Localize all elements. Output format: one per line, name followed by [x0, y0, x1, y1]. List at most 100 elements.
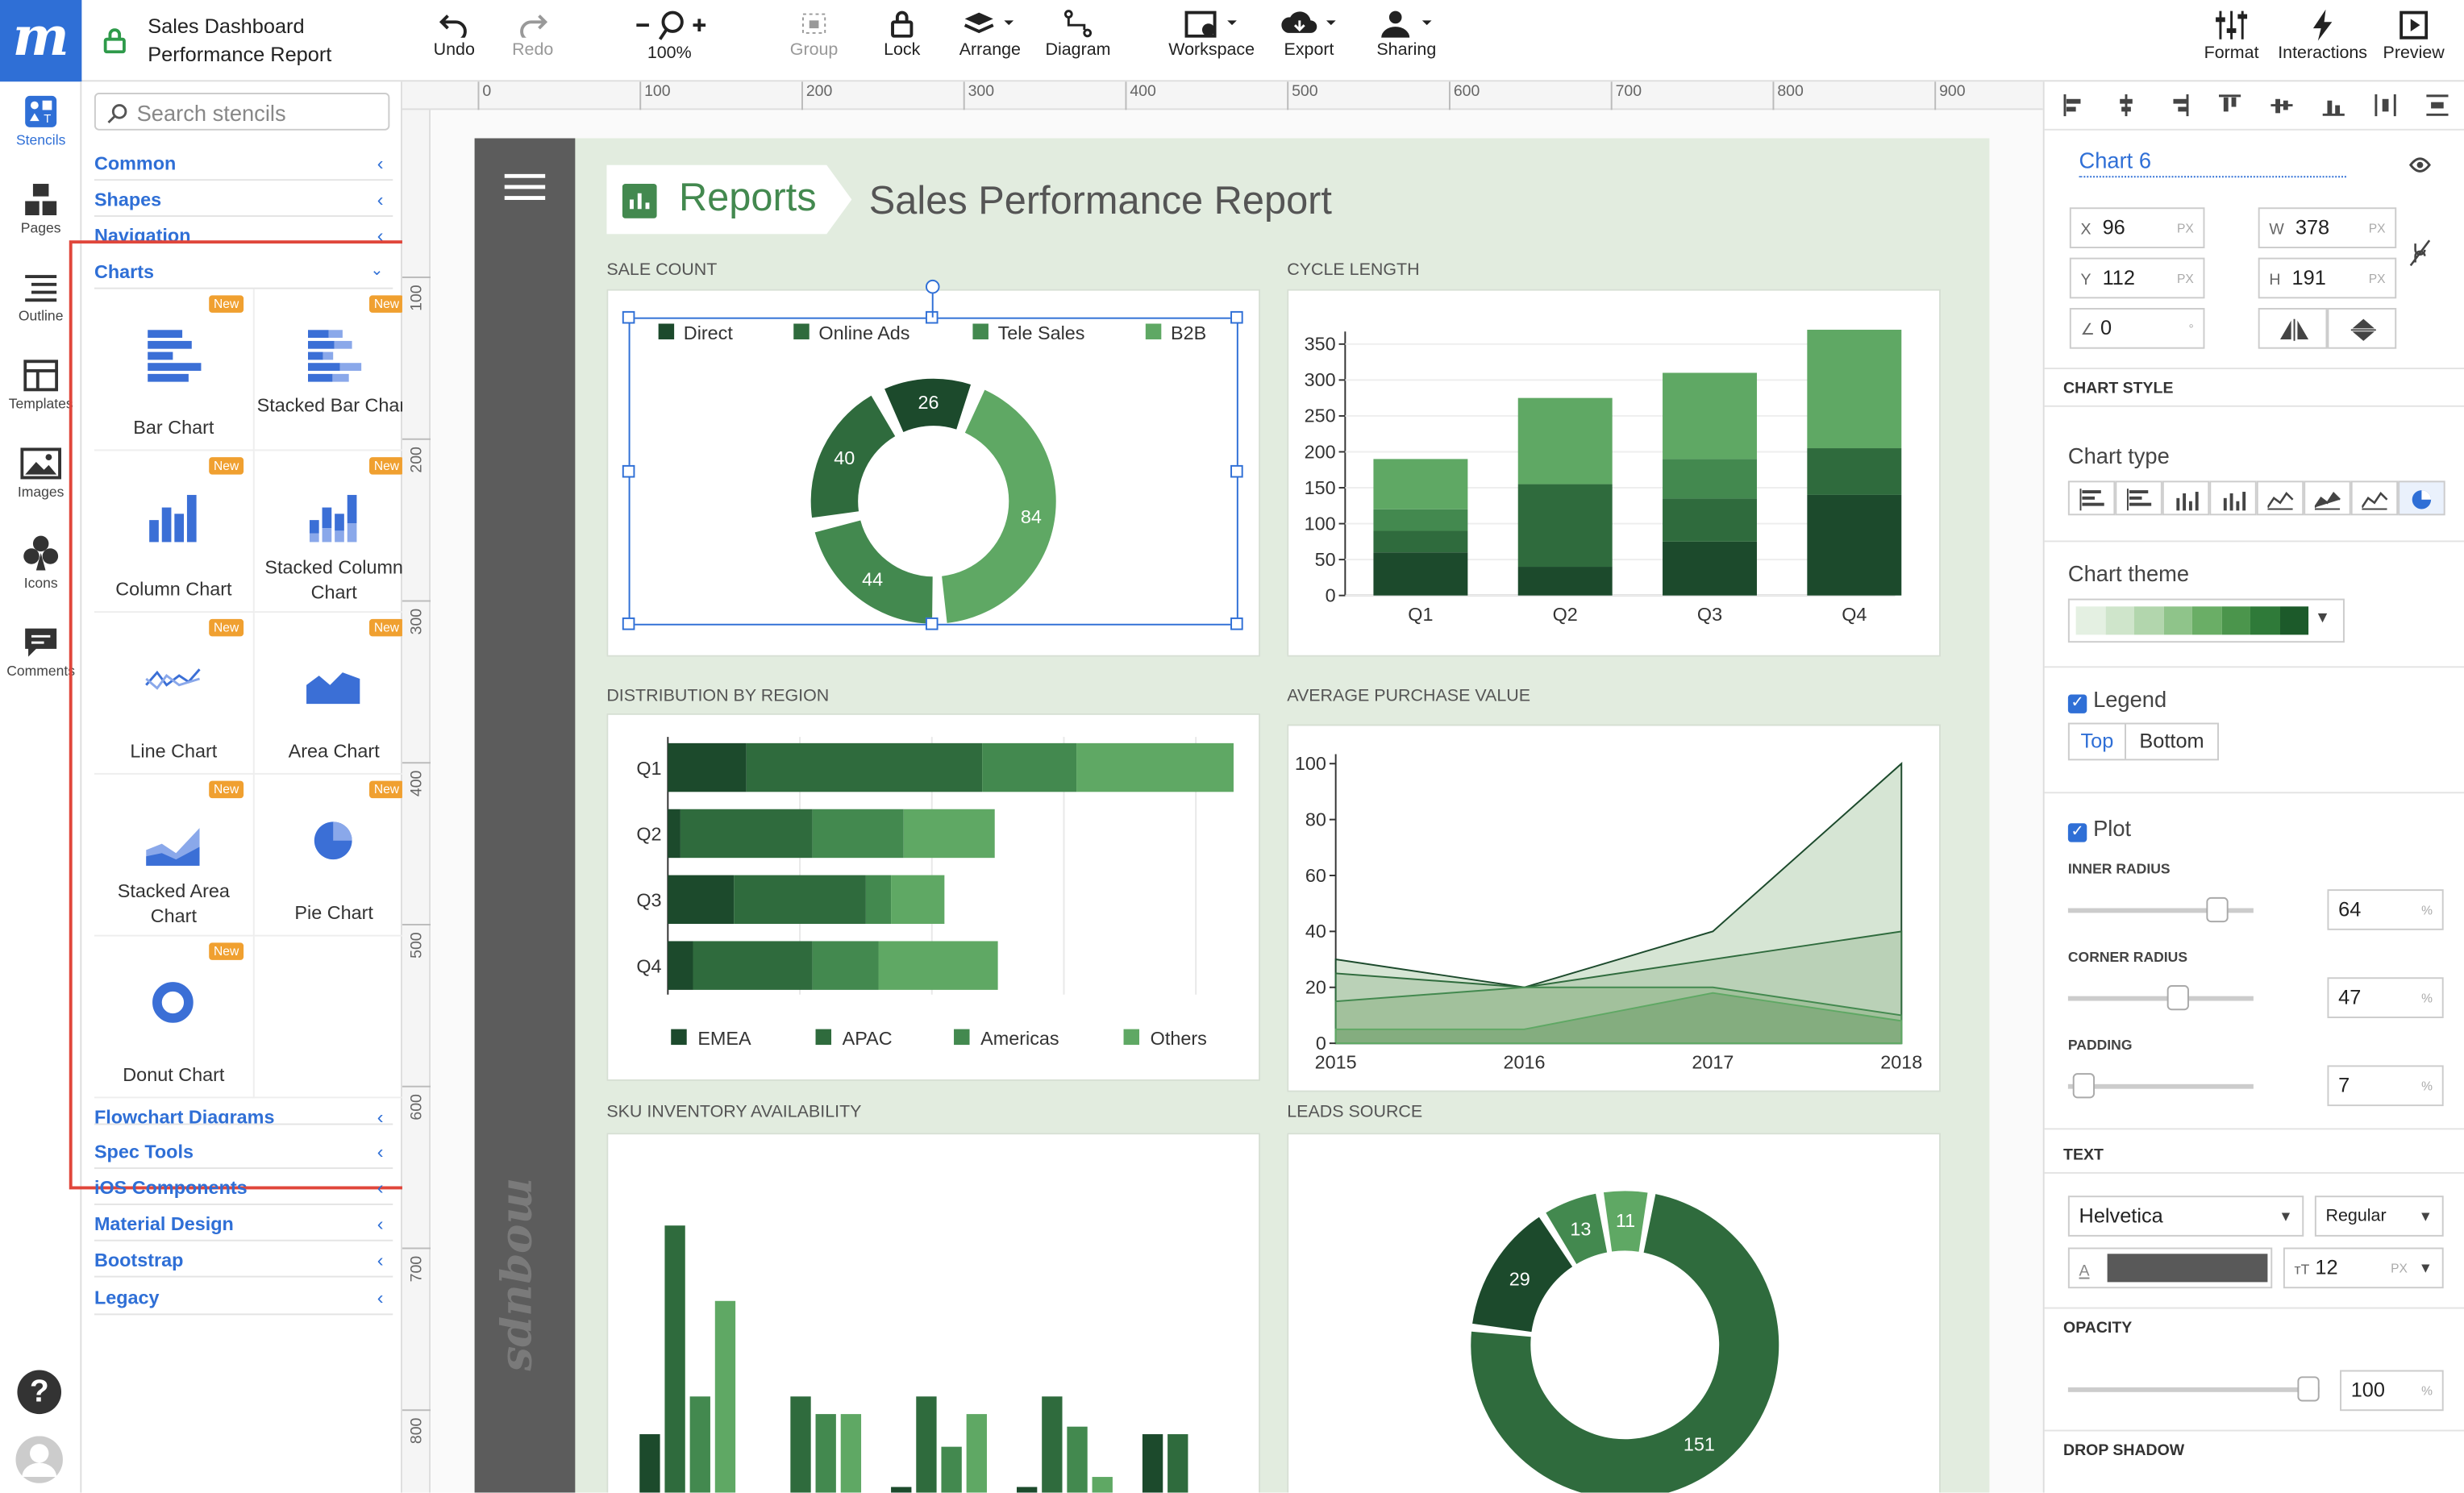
angle-field[interactable]: ∠ 0 °: [2069, 308, 2205, 349]
resize-handle[interactable]: [1230, 310, 1243, 324]
chevron-left-icon: ‹: [377, 1176, 384, 1200]
chart-type-line-area[interactable]: [2256, 480, 2304, 516]
export-button[interactable]: Export: [1279, 10, 1338, 60]
slider-knob[interactable]: [2072, 1073, 2096, 1099]
h-field[interactable]: H 191 PX: [2258, 257, 2397, 299]
moqups-logo[interactable]: m: [0, 0, 82, 82]
undo-button[interactable]: Undo: [431, 10, 477, 60]
search-input[interactable]: Search stencils: [94, 92, 390, 131]
resize-handle[interactable]: [1230, 617, 1243, 630]
eye-icon[interactable]: [2408, 157, 2431, 173]
chart-type-bar[interactable]: [2067, 480, 2116, 516]
chart-type-pie[interactable]: [2398, 480, 2445, 516]
format-button[interactable]: Format: [2200, 10, 2263, 63]
rail-stencils[interactable]: T Stencils: [0, 94, 81, 148]
zoom-control[interactable]: 100%: [626, 10, 714, 63]
category-ios[interactable]: iOS Components ‹: [94, 1171, 393, 1205]
avatar[interactable]: [15, 1436, 63, 1483]
distribution-card[interactable]: Q1 Q2 Q3 Q4 EMEA APAC Americas Others: [606, 713, 1261, 1081]
slider-knob[interactable]: [2166, 985, 2189, 1011]
lock-button[interactable]: Lock: [877, 10, 927, 60]
resize-handle[interactable]: [622, 310, 635, 324]
bar-segment: [1076, 742, 1234, 792]
category-spec-tools[interactable]: Spec Tools ‹: [94, 1134, 393, 1170]
w-field[interactable]: W 378 PX: [2258, 207, 2397, 248]
workspace-button[interactable]: Workspace: [1166, 10, 1257, 60]
category-bootstrap[interactable]: Bootstrap ‹: [94, 1243, 393, 1278]
text-color-picker[interactable]: A: [2067, 1247, 2273, 1289]
font-family-select[interactable]: Helvetica ▼: [2067, 1196, 2304, 1237]
align-left-icon[interactable]: [2063, 94, 2085, 117]
category-common[interactable]: Common ‹: [94, 146, 393, 181]
chart-type-area[interactable]: [2304, 480, 2351, 516]
document-title[interactable]: Sales Dashboard: [148, 15, 304, 38]
avg-purchase-card[interactable]: 0 20 40 60 80 100 2015 2016 2017 2018: [1287, 724, 1942, 1092]
align-center-icon[interactable]: [2115, 94, 2137, 117]
y-field[interactable]: Y 112 PX: [2069, 257, 2205, 299]
legend-toggle[interactable]: ✓ Legend: [2067, 687, 2166, 713]
legend-top-button[interactable]: Top: [2070, 724, 2126, 759]
opacity-slider[interactable]: [2067, 1376, 2320, 1402]
corner-radius-slider[interactable]: [2067, 985, 2254, 1011]
hamburger-menu-icon[interactable]: [504, 173, 546, 201]
canvas[interactable]: moqups Reports Sales Performance Report …: [431, 110, 2043, 1493]
font-size-field[interactable]: ᴛT 12 PX ▼: [2283, 1247, 2444, 1289]
interactions-button[interactable]: Interactions: [2272, 9, 2373, 63]
inner-radius-slider[interactable]: [2067, 896, 2254, 923]
document-subtitle[interactable]: Performance Report: [148, 43, 331, 66]
flip-horizontal-button[interactable]: [2258, 308, 2328, 349]
resize-handle[interactable]: [622, 617, 635, 630]
dashboard-artboard[interactable]: moqups Reports Sales Performance Report …: [474, 138, 1990, 1493]
column-segment: [1517, 484, 1613, 568]
diagram-button[interactable]: Diagram: [1043, 10, 1113, 60]
link-ratio-icon[interactable]: [2409, 239, 2431, 267]
selection-box[interactable]: [628, 317, 1238, 626]
rail-pages[interactable]: Pages: [0, 182, 81, 235]
chart-type-line[interactable]: [2350, 480, 2399, 516]
flip-vertical-button[interactable]: [2327, 308, 2397, 349]
padding-field[interactable]: 7%: [2327, 1065, 2444, 1107]
sku-bar: [790, 1396, 811, 1493]
sharing-button[interactable]: Sharing: [1373, 10, 1439, 60]
align-right-icon[interactable]: [2167, 94, 2189, 117]
sku-bar: [1092, 1477, 1113, 1493]
category-legacy[interactable]: Legacy ‹: [94, 1280, 393, 1316]
chart-type-stacked-column[interactable]: [2209, 480, 2257, 516]
inner-radius-field[interactable]: 64%: [2327, 889, 2444, 930]
category-material[interactable]: Material Design ‹: [94, 1207, 393, 1241]
slider-knob[interactable]: [2297, 1376, 2320, 1402]
distribute-h-icon[interactable]: [2375, 94, 2396, 117]
element-name[interactable]: Chart 6: [2079, 148, 2346, 178]
slider-knob[interactable]: [2206, 896, 2229, 923]
plot-toggle[interactable]: ✓ Plot: [2067, 816, 2131, 842]
resize-handle[interactable]: [1230, 464, 1243, 478]
help-icon[interactable]: ?: [17, 1370, 62, 1415]
align-top-icon[interactable]: [2218, 94, 2241, 116]
chart-type-stacked-bar[interactable]: [2115, 480, 2162, 516]
distribute-v-icon[interactable]: [2426, 94, 2449, 116]
cycle-length-card[interactable]: 0 50 100 150 200 250 300 350 Q1 Q2 Q3 Q4: [1287, 289, 1942, 657]
category-shapes[interactable]: Shapes ‹: [94, 182, 393, 217]
font-weight-select[interactable]: Regular ▼: [2314, 1196, 2444, 1237]
arrange-button[interactable]: Arrange: [955, 10, 1025, 60]
chart-type-column[interactable]: [2162, 480, 2210, 516]
redo-button[interactable]: Redo: [509, 10, 556, 60]
corner-radius-field[interactable]: 47%: [2327, 977, 2444, 1018]
rotate-handle[interactable]: [925, 279, 940, 294]
unit: PX: [2177, 221, 2194, 236]
leads-card[interactable]: 151 29 13 11: [1287, 1133, 1942, 1493]
group-button[interactable]: Group: [786, 10, 843, 60]
preview-button[interactable]: Preview: [2379, 10, 2449, 63]
align-middle-icon[interactable]: [2270, 94, 2293, 116]
x-field[interactable]: X 96 PX: [2069, 207, 2205, 248]
chart-theme-select[interactable]: ▼: [2067, 598, 2345, 643]
sku-card[interactable]: [606, 1133, 1261, 1493]
padding-slider[interactable]: [2067, 1073, 2254, 1099]
resize-handle[interactable]: [622, 464, 635, 478]
interactions-label: Interactions: [2278, 44, 2368, 63]
category-flowchart[interactable]: Flowchart Diagrams ‹: [94, 1100, 393, 1125]
legend-bottom-button[interactable]: Bottom: [2126, 724, 2217, 759]
align-bottom-icon[interactable]: [2322, 94, 2345, 116]
opacity-field[interactable]: 100%: [2340, 1370, 2444, 1412]
resize-handle[interactable]: [925, 617, 939, 630]
